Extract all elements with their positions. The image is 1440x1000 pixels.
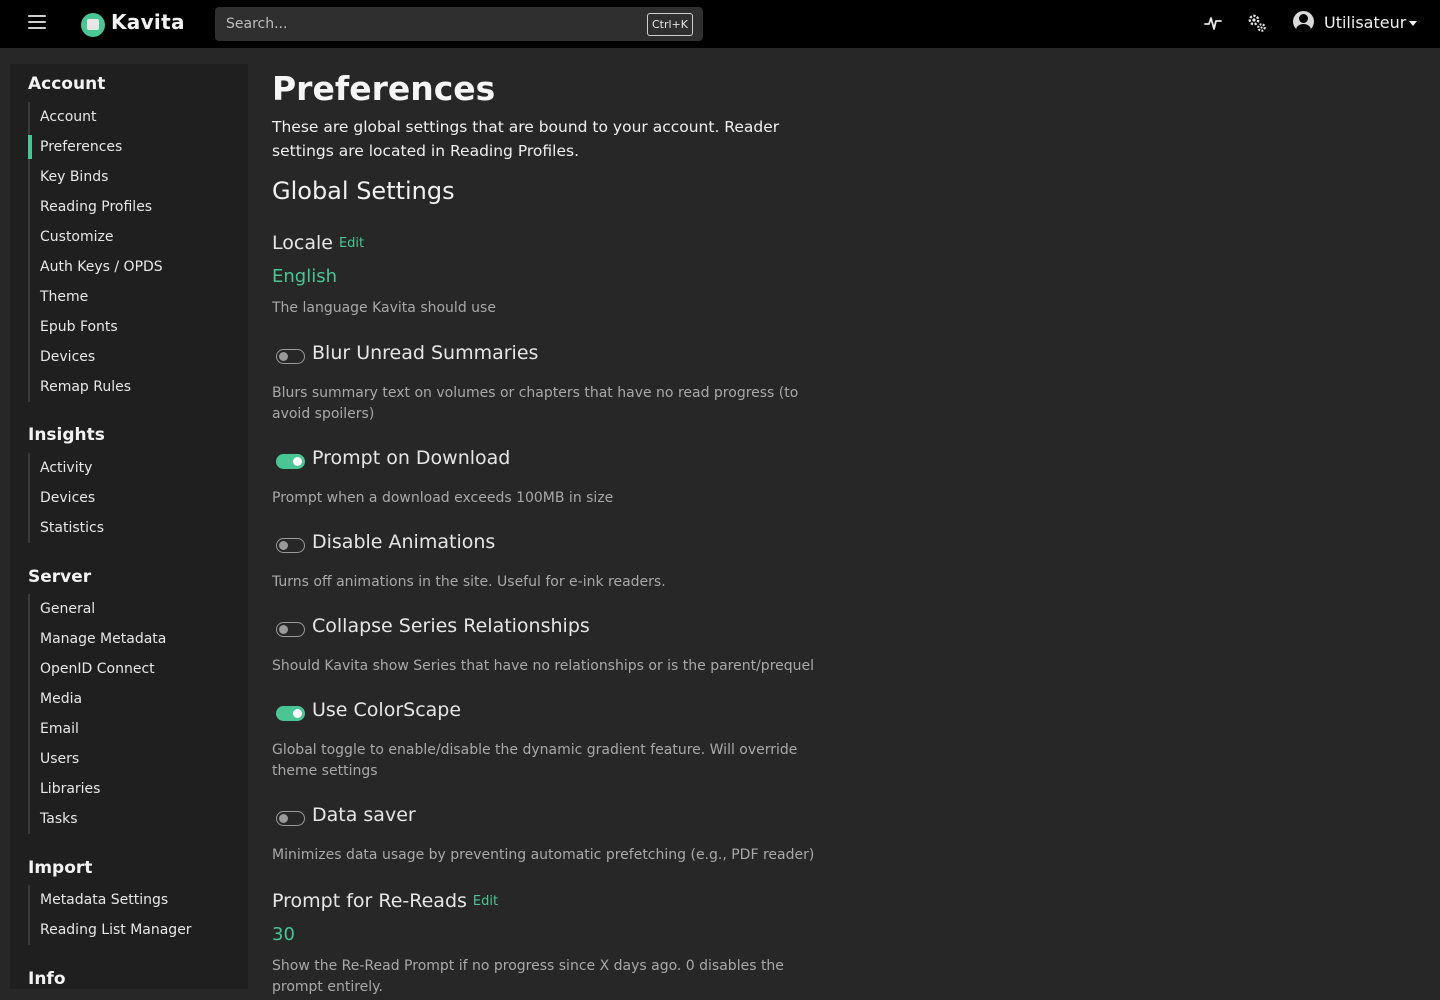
sidebar-heading-info: Info (28, 969, 66, 989)
sidebar-list-server: General Manage Metadata OpenID Connect M… (28, 594, 238, 834)
locale-edit-link[interactable]: Edit (339, 236, 364, 251)
sidebar-item-openid-connect[interactable]: OpenID Connect (30, 654, 238, 684)
sidebar-heading-insights: Insights (28, 425, 105, 445)
data-saver-toggle[interactable] (276, 811, 305, 826)
sidebar-item-auth-keys[interactable]: Auth Keys / OPDS (30, 252, 238, 282)
sidebar-item-insights-devices[interactable]: Devices (30, 483, 238, 513)
app-name[interactable]: Kavita (111, 10, 185, 34)
reread-help: Show the Re-Read Prompt if no progress s… (272, 958, 784, 995)
sidebar-item-key-binds[interactable]: Key Binds (30, 162, 238, 192)
page-description: These are global settings that are bound… (272, 118, 780, 160)
locale-help: The language Kavita should use (272, 300, 496, 316)
blur-summaries-label: Blur Unread Summaries (312, 342, 539, 364)
sidebar-item-statistics[interactable]: Statistics (30, 513, 238, 543)
sidebar-item-manage-metadata[interactable]: Manage Metadata (30, 624, 238, 654)
sidebar-item-epub-fonts[interactable]: Epub Fonts (30, 312, 238, 342)
prompt-download-toggle[interactable] (276, 454, 305, 469)
collapse-relationships-help: Should Kavita show Series that have no r… (272, 658, 815, 674)
settings-sidebar: Account Account Preferences Key Binds Re… (10, 64, 248, 989)
reread-setting-title: Prompt for Re-Reads Edit (272, 890, 498, 912)
sidebar-item-remap-rules[interactable]: Remap Rules (30, 372, 238, 402)
sidebar-item-theme[interactable]: Theme (30, 282, 238, 312)
collapse-relationships-toggle[interactable] (276, 622, 305, 637)
kavita-logo-icon[interactable] (81, 13, 105, 37)
sidebar-item-activity[interactable]: Activity (30, 453, 238, 483)
locale-label: Locale (272, 232, 333, 254)
blur-summaries-toggle[interactable] (276, 349, 305, 364)
search-box: Ctrl+K (215, 7, 703, 41)
section-title-global-settings: Global Settings (272, 177, 455, 205)
sidebar-heading-server: Server (28, 567, 92, 587)
sidebar-item-tasks[interactable]: Tasks (30, 804, 238, 834)
pulse-icon[interactable] (1203, 13, 1223, 33)
sidebar-item-users[interactable]: Users (30, 744, 238, 774)
sidebar-list-account: Account Preferences Key Binds Reading Pr… (28, 102, 238, 402)
reread-edit-link[interactable]: Edit (473, 894, 498, 909)
user-name: Utilisateur (1324, 13, 1407, 32)
disable-animations-label: Disable Animations (312, 531, 496, 553)
sidebar-item-preferences[interactable]: Preferences (28, 132, 238, 162)
sidebar-item-libraries[interactable]: Libraries (30, 774, 238, 804)
colorscape-label: Use ColorScape (312, 699, 462, 721)
sidebar-list-insights: Activity Devices Statistics (28, 453, 238, 543)
colorscape-toggle[interactable] (276, 706, 305, 721)
sidebar-item-customize[interactable]: Customize (30, 222, 238, 252)
blur-summaries-help: Blurs summary text on volumes or chapter… (272, 385, 799, 422)
sidebar-item-email[interactable]: Email (30, 714, 238, 744)
prompt-download-help: Prompt when a download exceeds 100MB in … (272, 490, 614, 506)
reread-label: Prompt for Re-Reads (272, 890, 467, 912)
search-input[interactable] (215, 7, 635, 41)
search-shortcut-badge: Ctrl+K (646, 13, 693, 36)
sidebar-item-account[interactable]: Account (30, 102, 238, 132)
gears-icon[interactable] (1247, 13, 1267, 33)
disable-animations-help: Turns off animations in the site. Useful… (272, 574, 666, 590)
sidebar-item-media[interactable]: Media (30, 684, 238, 714)
disable-animations-toggle[interactable] (276, 538, 305, 553)
data-saver-help: Minimizes data usage by preventing autom… (272, 847, 815, 863)
data-saver-label: Data saver (312, 804, 416, 826)
reread-value: 30 (272, 924, 295, 945)
sidebar-heading-import: Import (28, 858, 93, 878)
caret-down-icon (1409, 21, 1417, 26)
sidebar-item-devices[interactable]: Devices (30, 342, 238, 372)
top-navbar: Kavita Ctrl+K Utilisateur (0, 0, 1440, 48)
sidebar-item-metadata-settings[interactable]: Metadata Settings (30, 885, 238, 915)
locale-value: English (272, 266, 337, 287)
user-circle-icon (1293, 11, 1314, 32)
collapse-relationships-label: Collapse Series Relationships (312, 615, 590, 637)
hamburger-icon[interactable] (28, 15, 46, 31)
colorscape-help: Global toggle to enable/disable the dyna… (272, 742, 798, 779)
sidebar-item-reading-profiles[interactable]: Reading Profiles (30, 192, 238, 222)
page-title: Preferences (272, 69, 496, 108)
sidebar-item-reading-list-manager[interactable]: Reading List Manager (30, 915, 238, 945)
sidebar-item-general[interactable]: General (30, 594, 238, 624)
sidebar-list-import: Metadata Settings Reading List Manager (28, 885, 238, 945)
prompt-download-label: Prompt on Download (312, 447, 511, 469)
sidebar-heading-account: Account (28, 74, 106, 94)
locale-setting-title: Locale Edit (272, 232, 364, 254)
